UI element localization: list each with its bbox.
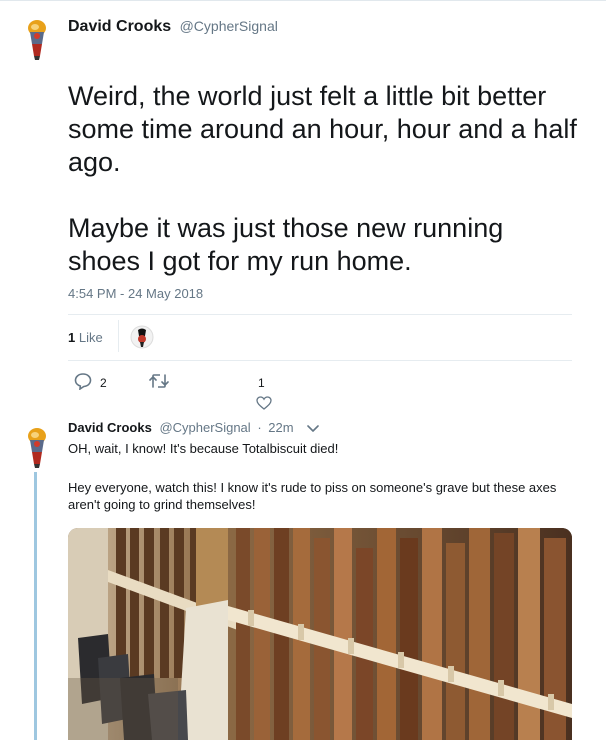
reply-text-paragraph-2: Hey everyone, watch this! I know it's ru… [68,480,557,512]
likes-summary[interactable]: 1 Like [68,330,103,345]
tweet-timestamp[interactable]: 4:54 PM - 24 May 2018 [68,286,203,301]
likes-label: Like [78,330,103,345]
reply-button[interactable]: 2 [74,372,107,393]
thread-line [34,472,37,740]
tweet-text-paragraph-1: Weird, the world just felt a little bit … [68,81,577,177]
reply-time[interactable]: 22m [268,420,293,435]
author-name[interactable]: David Crooks [68,18,171,35]
top-border [0,0,606,1]
speech-bubble-icon [74,372,92,393]
divider [68,314,572,315]
tweet-text: Weird, the world just felt a little bit … [68,80,578,278]
tweet-text-paragraph-2: Maybe it was just those new running shoe… [68,213,504,276]
like-button[interactable] [256,396,272,415]
reply-header: David Crooks @CypherSignal · 22m [68,420,320,436]
reply-author-avatar[interactable] [20,422,54,468]
reply-author-handle[interactable]: @CypherSignal [159,420,250,435]
reply-text-paragraph-1: OH, wait, I know! It's because Totalbisc… [68,441,339,456]
heart-icon [256,396,272,414]
chevron-down-icon[interactable] [307,421,320,436]
liker-avatar[interactable] [130,324,154,350]
reply-text: OH, wait, I know! It's because Totalbisc… [68,440,568,513]
tweet-header: David Crooks @CypherSignal [68,18,278,36]
reply-author-name[interactable]: David Crooks [68,420,152,435]
likes-separator [118,320,119,352]
like-count: 1 [258,376,265,390]
reply-media-image[interactable] [68,528,572,740]
retweet-arrows-icon [148,372,170,393]
retweet-button[interactable] [148,372,170,393]
reply-count: 2 [100,375,107,390]
likes-count: 1 [68,330,76,345]
author-handle[interactable]: @CypherSignal [180,18,278,34]
reply-separator: · [257,420,262,435]
author-avatar[interactable] [20,14,54,60]
divider [68,360,572,361]
